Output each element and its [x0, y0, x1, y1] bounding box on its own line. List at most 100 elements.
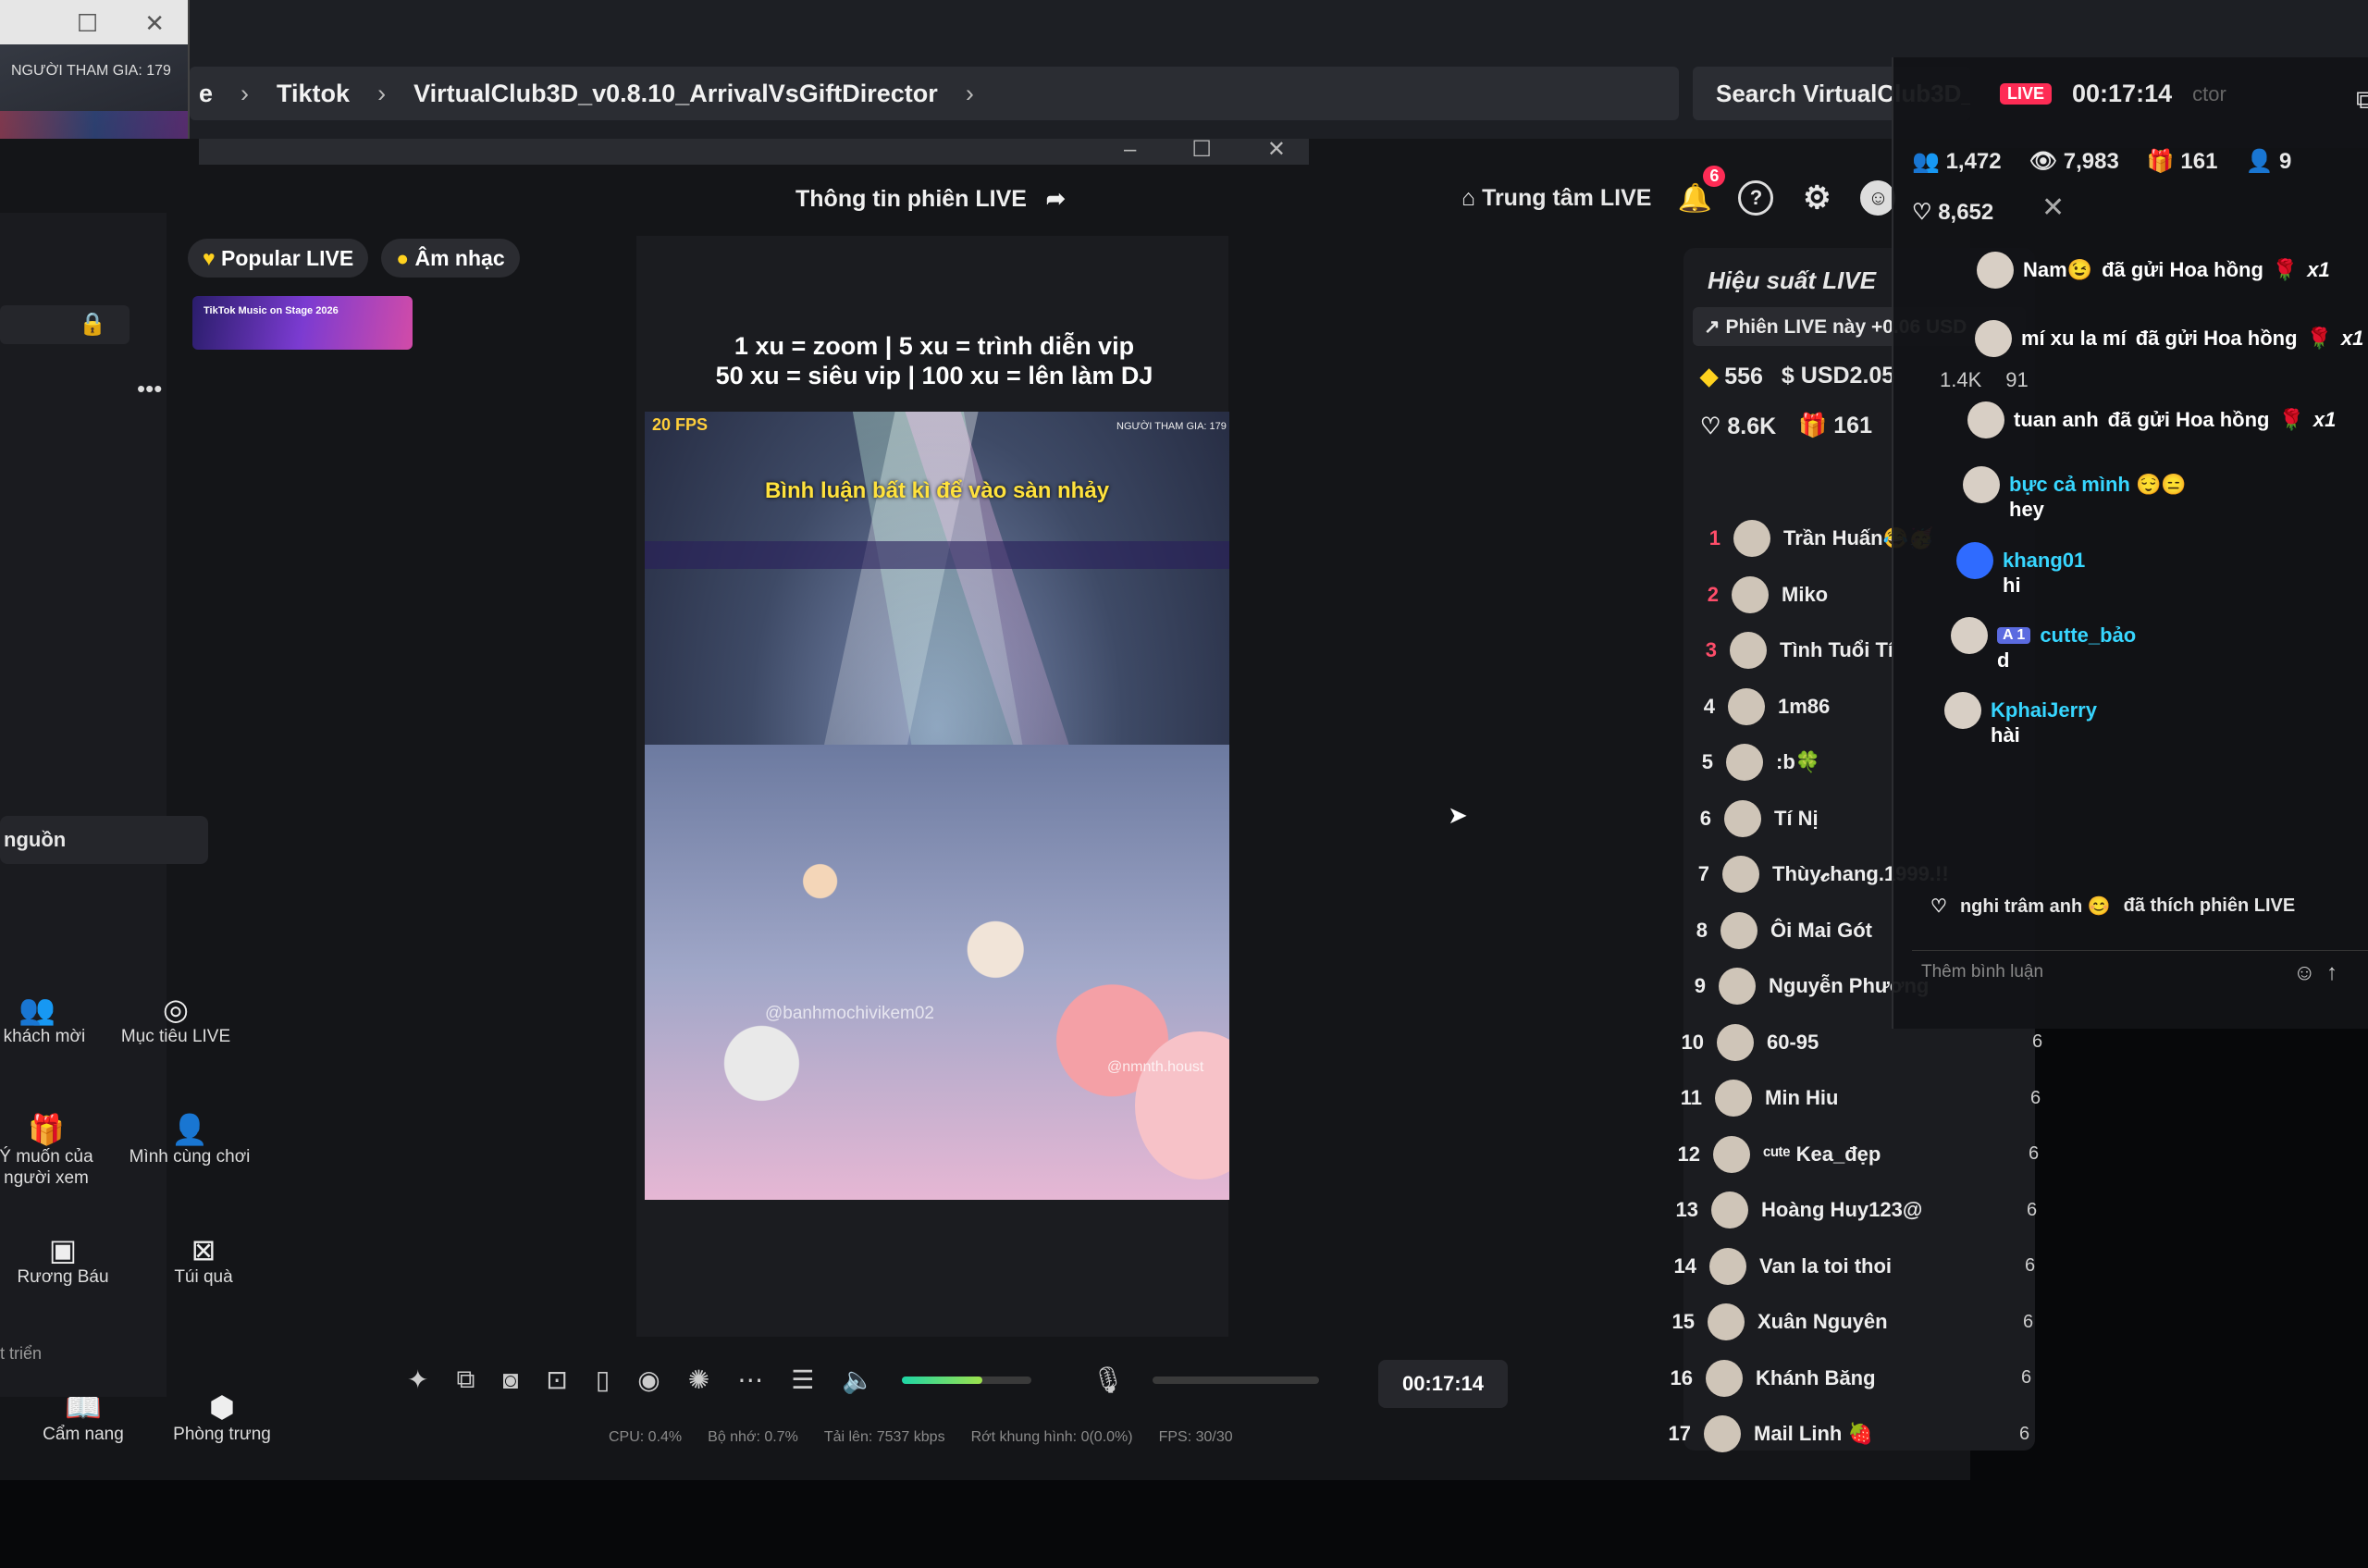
chip-music[interactable]: ● Âm nhạc — [381, 239, 520, 278]
gear-icon[interactable]: ⚙ — [1799, 180, 1834, 216]
fan-level-badge: A 1 — [1997, 627, 2031, 644]
left-tools-panel: 🔒 ••• nguồn 👥a khách mời ◎Mục tiêu LIVE … — [0, 213, 271, 1444]
gifter-name: Min Hiu — [1765, 1086, 1839, 1109]
gift-bag-label: Túi quà — [174, 1267, 233, 1287]
avatar — [1717, 1023, 1754, 1061]
rank-number: 10 — [1681, 1030, 1704, 1054]
comment-user[interactable]: KphaiJerry — [1991, 698, 2097, 722]
avatar[interactable]: ☺ — [1860, 180, 1896, 216]
breadcrumb-item-folder[interactable]: VirtualClub3D_v0.8.10_ArrivalVsGiftDirec… — [413, 80, 938, 108]
gifter-name: Miko — [1782, 582, 1829, 606]
gifter-row[interactable]: 11 Min Hiu 6 — [1665, 1080, 2041, 1117]
maximize-icon[interactable]: ☐ — [1191, 139, 1212, 165]
music-icon: ● — [396, 246, 410, 270]
gifter-name: Tình Tuổi Tí — [1780, 638, 1893, 661]
chip-popular-label: Popular LIVE — [221, 246, 354, 270]
gifter-row[interactable]: 9 Nguyễn Phương — [1669, 968, 1929, 1005]
usd-stat: $ USD2.05 — [1782, 363, 1894, 390]
close-icon[interactable]: ✕ — [2041, 191, 2065, 224]
record-icon[interactable]: ◉ — [637, 1364, 660, 1395]
avatar — [1726, 744, 1763, 781]
gift-bag-button[interactable]: ⊠ Túi quà — [139, 1235, 268, 1288]
more-icon[interactable]: ⋯ — [737, 1364, 763, 1395]
effects-icon[interactable]: ✺ — [688, 1364, 709, 1395]
engagement-stats: ♡ 8.6K 🎁 161 — [1700, 413, 1872, 440]
magic-wand-icon[interactable]: ✦ — [407, 1364, 428, 1395]
rank-number: 15 — [1671, 1310, 1695, 1333]
live-goal-button[interactable]: ◎ Mục tiêu LIVE — [111, 994, 240, 1047]
volume-icon[interactable]: 🔈 — [842, 1364, 874, 1395]
treasure-box-button[interactable]: ▣ Rương Báu — [0, 1235, 128, 1288]
camera-icon[interactable]: ◙ — [502, 1365, 518, 1395]
avatar — [1715, 1080, 1752, 1117]
mixer-icon[interactable]: ☰ — [791, 1364, 814, 1395]
breadcrumb-item-tiktok[interactable]: Tiktok — [277, 80, 350, 108]
avatar — [1956, 542, 1993, 579]
breadcrumb-expand-icon[interactable]: › — [966, 80, 974, 108]
music-on-stage-banner[interactable]: TikTok Music on Stage 2026 — [192, 296, 413, 350]
preview-thumbnail: ☐ ✕ NGƯỜI THAM GIA: 179 — [0, 0, 190, 162]
rank-number: 7 — [1697, 862, 1709, 885]
live-info-header[interactable]: Thông tin phiên LIVE ➦ — [796, 185, 1066, 213]
more-icon[interactable]: ••• — [137, 375, 162, 403]
lock-row[interactable]: 🔒 — [0, 305, 130, 344]
close-icon[interactable]: ✕ — [1267, 139, 1286, 165]
live-center-button[interactable]: ⌂ Trung tâm LIVE — [1462, 185, 1651, 212]
mic-level-slider[interactable] — [1152, 1376, 1319, 1384]
chip-popular-live[interactable]: ♥ Popular LIVE — [188, 239, 369, 278]
microphone-icon[interactable]: 🎙 — [1092, 1364, 1125, 1395]
gifter-row[interactable]: 4 1m86 — [1678, 687, 1830, 725]
minimize-icon[interactable]: – — [1124, 139, 1136, 165]
gifter-row[interactable]: 5:b🍀 — [1676, 744, 1820, 781]
gifter-row[interactable]: 16 Khánh Băng 6 — [1656, 1359, 2031, 1397]
screen-share-icon[interactable]: ⧉ — [456, 1364, 475, 1395]
comment-row: A 1 cutte_bảo d — [1951, 617, 2136, 672]
comment-user[interactable]: bực cả mình 😌😑 — [2009, 473, 2187, 497]
help-icon[interactable]: ? — [1738, 180, 1774, 216]
gifter-row[interactable]: 14 Van la toi thoi 6 — [1659, 1247, 2035, 1285]
capture-icon[interactable]: ⊡ — [546, 1364, 567, 1395]
gifter-name: Van la toi thoi — [1759, 1253, 1893, 1278]
maximize-icon[interactable]: ☐ — [77, 9, 98, 44]
address-bar[interactable]: e › Tiktok › VirtualClub3D_v0.8.10_Arriv… — [190, 67, 1679, 120]
guests-button[interactable]: 👥a khách mời — [0, 994, 102, 1047]
view-stat: 👁 7,983 — [2029, 148, 2119, 175]
comment-user[interactable]: khang01 — [2003, 549, 2085, 573]
bell-icon[interactable]: 🔔 6 — [1677, 166, 1726, 216]
comment-user[interactable]: cutte_bảo — [2040, 623, 2136, 648]
gift-stat: 🎁 161 — [2147, 148, 2218, 175]
volume-slider[interactable] — [902, 1376, 1032, 1384]
lock-icon[interactable]: 🔒 — [79, 311, 106, 338]
source-item[interactable]: nguồn — [0, 816, 208, 864]
popout-icon[interactable]: ⧉ — [2356, 85, 2368, 116]
showroom-icon: ⬢ — [209, 1390, 235, 1424]
gifter-row[interactable]: 2 Miko — [1682, 575, 1829, 613]
avatar — [1733, 520, 1770, 557]
showroom-button[interactable]: ⬢ Phòng trưng — [157, 1390, 287, 1445]
handbook-button[interactable]: 📖 Cẩm nang — [18, 1397, 148, 1443]
handbook-label: Cẩm nang — [43, 1425, 124, 1443]
close-icon[interactable]: ✕ — [144, 9, 165, 44]
gift-icon: 🎁 — [28, 1113, 65, 1146]
gifter-row[interactable]: 8 Ôi Mai Gót — [1671, 911, 1872, 949]
gifter-row[interactable]: 12 ᶜᵘᵗᵉ Kea_đẹp 6 — [1663, 1135, 2039, 1173]
diamond-icon: ◆ — [1700, 364, 1719, 389]
share-icon[interactable]: ➦ — [1046, 186, 1066, 212]
gift-multiplier: x1 — [2307, 258, 2330, 281]
send-icon[interactable]: ↑ — [2326, 960, 2337, 986]
gifter-row[interactable]: 17 Mail Linh 🍓 6 — [1654, 1415, 2029, 1452]
play-together-button[interactable]: 👤 Mình cùng chơi — [125, 1115, 254, 1167]
phone-icon[interactable]: ▯ — [596, 1364, 610, 1395]
gifts-stat: 🎁 161 — [1798, 413, 1872, 440]
gift-event-text: đã gửi Hoa hồng — [2135, 327, 2298, 350]
gifter-value: 6 — [2019, 1423, 2030, 1444]
emoji-icon[interactable]: ☺ — [2293, 960, 2316, 986]
gifter-row[interactable]: 13 Hoàng Huy123@ 6 — [1661, 1191, 2037, 1228]
gifter-row[interactable]: 10 60-95 6 — [1667, 1023, 2042, 1061]
viewer-wish-button[interactable]: 🎁 Ý muốn của người xem — [0, 1113, 111, 1189]
play-together-label: Mình cùng chơi — [129, 1147, 251, 1167]
gifter-row[interactable]: 6 Tí Nị — [1674, 799, 1819, 837]
gifter-row[interactable]: 15 Xuân Nguyên 6 — [1658, 1303, 2033, 1340]
gifter-row[interactable]: 3 Tình Tuổi Tí — [1680, 632, 1893, 669]
thumbnail-participants: NGƯỜI THAM GIA: 179 — [11, 63, 171, 79]
